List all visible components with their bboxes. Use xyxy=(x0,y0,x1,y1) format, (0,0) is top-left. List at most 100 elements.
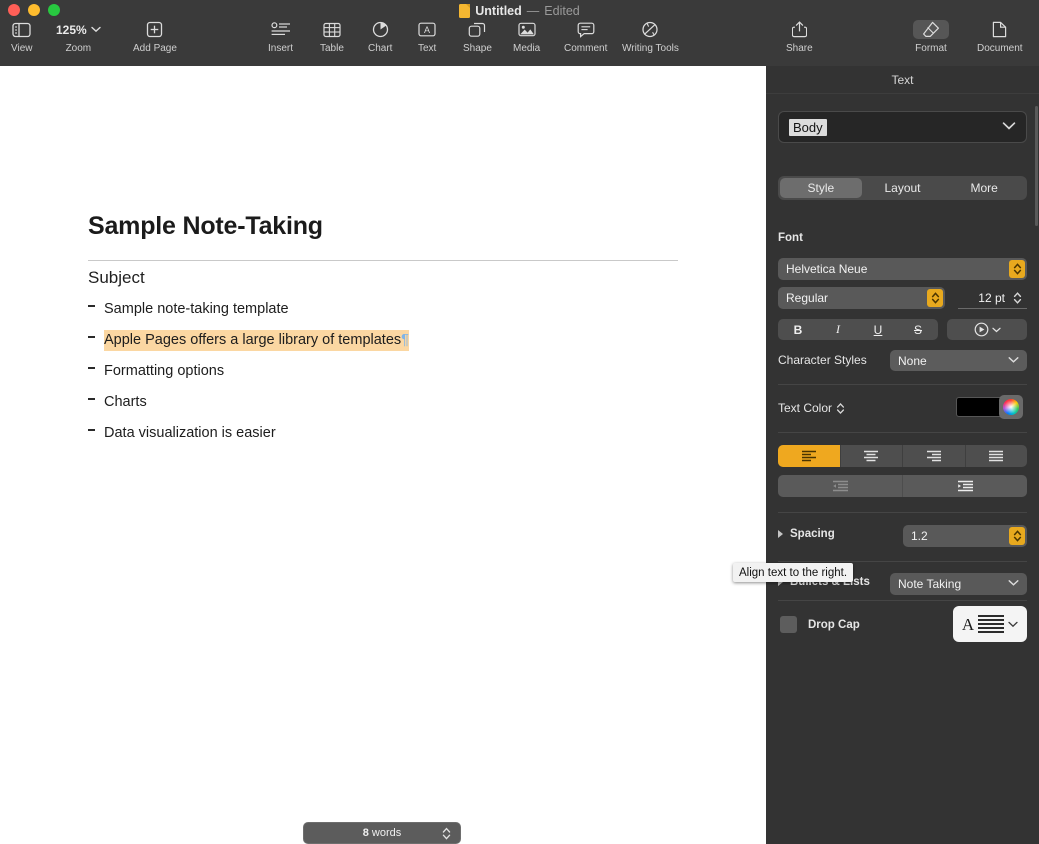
spacing-value-field[interactable]: 1.2 xyxy=(903,525,1027,547)
bullet-dash-icon xyxy=(88,336,95,338)
text-color-row[interactable]: Text Color xyxy=(778,401,845,415)
pages-document-icon xyxy=(459,4,471,18)
word-count-stepper-icon[interactable] xyxy=(442,826,451,841)
comment-icon xyxy=(577,20,595,39)
chart-icon xyxy=(372,20,389,39)
document-canvas[interactable]: Sample Note-Taking Subject Sample note-t… xyxy=(0,66,766,844)
more-text-options-icon xyxy=(974,322,989,337)
toolbar-media-button[interactable]: Media xyxy=(513,20,540,54)
drop-cap-style-button[interactable]: A xyxy=(953,606,1027,642)
pages-app-window: Untitled — Edited View 125% Zoom Add Pag… xyxy=(0,0,1039,844)
toolbar-document-button[interactable]: Document xyxy=(977,20,1023,54)
chevron-down-icon xyxy=(1008,579,1019,587)
list-item[interactable]: Data visualization is easier xyxy=(88,425,688,456)
document-title[interactable]: Untitled xyxy=(475,4,522,18)
document-page[interactable]: Sample Note-Taking Subject Sample note-t… xyxy=(0,66,766,844)
bullet-dash-icon xyxy=(88,305,95,307)
align-center-button[interactable] xyxy=(841,445,903,467)
align-left-button[interactable] xyxy=(778,445,841,467)
character-styles-value: None xyxy=(898,353,927,368)
toolbar-format-button[interactable]: Format xyxy=(913,20,949,54)
bullets-lists-value: Note Taking xyxy=(898,577,962,591)
font-family-stepper-icon[interactable] xyxy=(1009,260,1025,278)
toolbar-media-label: Media xyxy=(513,43,541,54)
panel-header-title: Text xyxy=(891,72,914,87)
text-style-button-group[interactable]: B I U S xyxy=(778,319,938,340)
share-icon xyxy=(791,20,807,39)
toolbar-shape-label: Shape xyxy=(463,43,492,54)
panel-scrollbar[interactable] xyxy=(1035,106,1038,226)
more-text-options-button[interactable] xyxy=(947,319,1027,340)
font-weight-stepper-icon[interactable] xyxy=(927,289,943,307)
italic-button[interactable]: I xyxy=(818,319,858,340)
color-wheel-icon[interactable] xyxy=(999,395,1023,419)
word-count-badge[interactable]: 8 words xyxy=(303,822,461,844)
font-weight-select[interactable]: Regular xyxy=(778,287,945,309)
section-divider xyxy=(778,600,1027,601)
toolbar-add-page-button[interactable]: Add Page xyxy=(133,20,177,54)
document-subject-heading[interactable]: Subject xyxy=(88,268,145,288)
list-item[interactable]: Sample note-taking template xyxy=(88,301,688,332)
align-right-button[interactable] xyxy=(903,445,966,467)
toolbar-insert-button[interactable]: Insert xyxy=(268,20,293,54)
text-indent-group[interactable] xyxy=(778,475,1027,497)
drop-cap-preview-lines-icon xyxy=(978,615,1005,633)
strikethrough-button[interactable]: S xyxy=(898,319,938,340)
toolbar-table-button[interactable]: Table xyxy=(320,20,344,54)
character-styles-select[interactable]: None xyxy=(890,350,1027,371)
tab-layout[interactable]: Layout xyxy=(862,178,944,198)
heading-divider xyxy=(88,260,678,261)
toolbar-zoom-control[interactable]: 125% Zoom xyxy=(56,20,101,54)
spacing-value: 1.2 xyxy=(911,529,928,543)
decrease-indent-button[interactable] xyxy=(778,475,903,497)
text-color-stepper-icon[interactable] xyxy=(836,402,845,415)
tab-more[interactable]: More xyxy=(943,178,1025,198)
list-item[interactable]: Charts xyxy=(88,394,688,425)
toolbar-writing-tools-label: Writing Tools xyxy=(622,43,679,54)
tab-style[interactable]: Style xyxy=(780,178,862,198)
font-size-stepper-icon[interactable] xyxy=(1010,289,1025,307)
toolbar-add-page-label: Add Page xyxy=(133,43,177,54)
toolbar-view-button[interactable]: View xyxy=(11,20,33,54)
list-item[interactable]: Formatting options xyxy=(88,363,688,394)
text-box-icon: A xyxy=(418,20,436,39)
paragraph-style-select[interactable]: Body xyxy=(778,111,1027,143)
bullet-dash-icon xyxy=(88,398,95,400)
chevron-down-icon xyxy=(1008,621,1018,628)
text-alignment-group[interactable] xyxy=(778,445,1027,467)
list-item-text: Formatting options xyxy=(104,363,225,379)
drop-cap-checkbox[interactable] xyxy=(780,616,797,633)
spacing-stepper-icon[interactable] xyxy=(1009,527,1025,545)
underline-button[interactable]: U xyxy=(858,319,898,340)
toolbar-chart-button[interactable]: Chart xyxy=(368,20,392,54)
toolbar-shape-button[interactable]: Shape xyxy=(463,20,492,54)
chevron-right-icon[interactable] xyxy=(778,530,783,538)
bullet-list[interactable]: Sample note-taking template Apple Pages … xyxy=(88,301,688,456)
toolbar-writing-tools-button[interactable]: Writing Tools xyxy=(622,20,679,54)
toolbar-text-button[interactable]: A Text xyxy=(418,20,436,54)
toolbar-comment-button[interactable]: Comment xyxy=(564,20,607,54)
spacing-disclosure-row[interactable]: Spacing xyxy=(778,528,835,540)
toolbar-share-button[interactable]: Share xyxy=(786,20,813,54)
toolbar-share-label: Share xyxy=(786,43,813,54)
character-styles-label: Character Styles xyxy=(778,353,867,367)
inspector-tabs[interactable]: Style Layout More xyxy=(778,176,1027,200)
sidebar-icon xyxy=(12,20,31,39)
list-item-text: Data visualization is easier xyxy=(104,425,276,441)
bold-button[interactable]: B xyxy=(778,319,818,340)
font-size-value: 12 pt xyxy=(978,290,1005,305)
bullets-lists-select[interactable]: Note Taking xyxy=(890,573,1027,595)
increase-indent-button[interactable] xyxy=(903,475,1027,497)
font-family-select[interactable]: Helvetica Neue xyxy=(778,258,1027,280)
writing-tools-icon xyxy=(641,20,659,39)
bullet-dash-icon xyxy=(88,367,95,369)
document-heading[interactable]: Sample Note-Taking xyxy=(88,212,323,241)
zoom-value-group[interactable]: 125% xyxy=(56,20,101,39)
align-justify-button[interactable] xyxy=(966,445,1028,467)
list-item[interactable]: Apple Pages offers a large library of te… xyxy=(88,330,688,363)
word-count-text: 8 words xyxy=(363,827,402,839)
list-item-text: Sample note-taking template xyxy=(104,301,289,317)
font-size-field[interactable]: 12 pt xyxy=(958,287,1027,309)
format-inspector-panel: Text Body Style Layout More Font Helveti… xyxy=(766,66,1039,844)
chevron-down-icon xyxy=(1008,356,1019,364)
